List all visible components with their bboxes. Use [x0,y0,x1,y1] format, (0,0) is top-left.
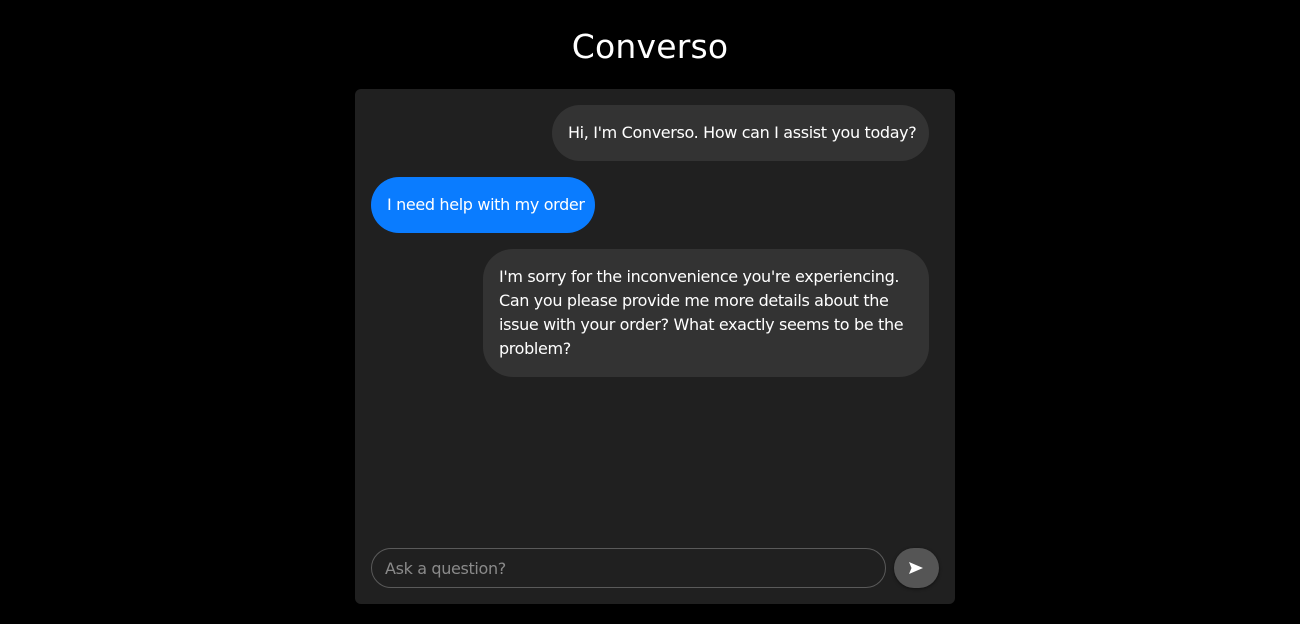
bot-message-line: I'm sorry for the inconvenience you're e… [499,267,900,286]
send-button[interactable] [894,548,939,588]
user-message: I need help with my order [371,177,595,233]
user-message-text: I need help with my order [387,195,585,214]
bot-message-line: problem? [499,339,571,358]
bot-message-text: Hi, I'm Converso. How can I assist you t… [568,123,917,142]
question-input[interactable] [385,549,875,587]
send-icon [909,562,923,574]
question-input-wrapper[interactable] [371,548,886,588]
bot-message-line: Can you please provide me more details a… [499,291,889,310]
chat-panel: Hi, I'm Converso. How can I assist you t… [355,89,955,604]
bot-message: I'm sorry for the inconvenience you're e… [483,249,929,377]
app-title: Converso [571,27,729,66]
bot-message-line: issue with your order? What exactly seem… [499,315,904,334]
bot-message: Hi, I'm Converso. How can I assist you t… [552,105,929,161]
